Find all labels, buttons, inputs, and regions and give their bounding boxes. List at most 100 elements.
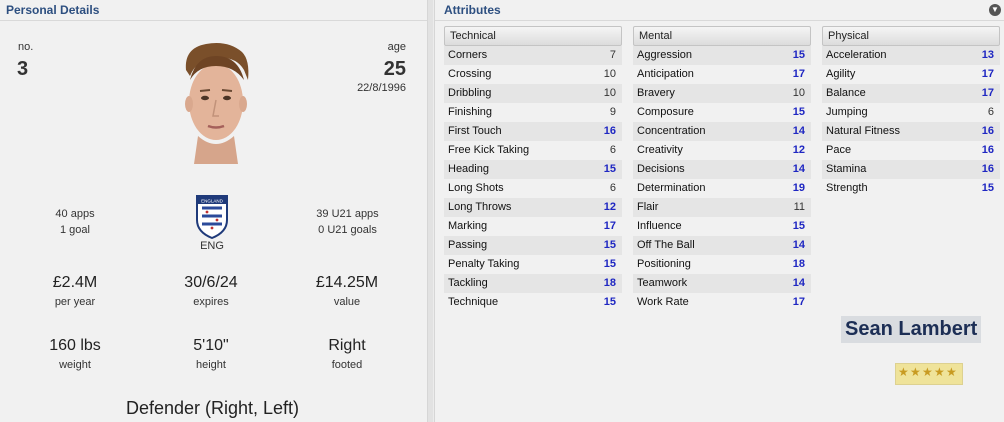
attribute-name: Aggression	[637, 49, 693, 61]
star-icon: ★	[898, 365, 909, 379]
attribute-row[interactable]: Finishing 9	[444, 103, 622, 122]
attribute-row[interactable]: Teamwork 14	[633, 274, 811, 293]
squad-number-label: no.	[18, 41, 34, 53]
attribute-row[interactable]: Heading 15	[444, 160, 622, 179]
attribute-row[interactable]: Creativity 12	[633, 141, 811, 160]
attribute-name: Acceleration	[826, 49, 887, 61]
attribute-row[interactable]: Free Kick Taking 6	[444, 141, 622, 160]
weight-label: weight	[59, 359, 91, 371]
attribute-row[interactable]: Balance 17	[822, 84, 1000, 103]
attribute-value: 16	[981, 125, 994, 137]
attribute-row[interactable]: Influence 15	[633, 217, 811, 236]
attribute-row[interactable]: Strength 15	[822, 179, 1000, 198]
height-label: height	[196, 359, 226, 371]
attribute-row[interactable]: First Touch 16	[444, 122, 622, 141]
attribute-row[interactable]: Jumping 6	[822, 103, 1000, 122]
preferred-foot-label: footed	[331, 359, 363, 371]
attribute-row[interactable]: Long Shots 6	[444, 179, 622, 198]
attribute-row[interactable]: Determination 19	[633, 179, 811, 198]
attribute-name: Decisions	[637, 163, 685, 175]
attribute-row[interactable]: Work Rate 17	[633, 293, 811, 312]
mental-attributes-column: Mental Aggression 15 Anticipation 17 Bravery…	[633, 26, 811, 312]
attribute-row[interactable]: Pace 16	[822, 141, 1000, 160]
attribute-name: Finishing	[448, 106, 493, 118]
mental-header[interactable]: Mental	[633, 26, 811, 46]
attribute-value: 17	[981, 87, 994, 99]
attribute-name: Long Shots	[448, 182, 504, 194]
attribute-row[interactable]: Decisions 14	[633, 160, 811, 179]
attribute-row[interactable]: Anticipation 17	[633, 65, 811, 84]
attribute-value: 16	[981, 144, 994, 156]
wage-value: £2.4M	[52, 274, 98, 291]
attribute-row[interactable]: Tackling 18	[444, 274, 622, 293]
collapse-icon[interactable]: ▼	[989, 4, 1001, 16]
attributes-panel: Attributes ▼ Technical Corners 7 Crossing 1…	[434, 0, 1004, 422]
attribute-row[interactable]: Positioning 18	[633, 255, 811, 274]
attribute-name: Marking	[448, 220, 488, 232]
attribute-value: 7	[609, 49, 616, 61]
physical-header[interactable]: Physical	[822, 26, 1000, 46]
attribute-value: 15	[792, 220, 805, 232]
attribute-name: Creativity	[637, 144, 683, 156]
attribute-value: 12	[603, 201, 616, 213]
attribute-value: 14	[792, 277, 805, 289]
attribute-value: 19	[792, 182, 805, 194]
transfer-value-label: value	[333, 296, 361, 308]
attribute-name: Positioning	[637, 258, 691, 270]
attribute-value: 17	[603, 220, 616, 232]
attribute-value: 15	[603, 258, 616, 270]
attribute-row[interactable]: Bravery 10	[633, 84, 811, 103]
attribute-name: Stamina	[826, 163, 867, 175]
attribute-name: Heading	[448, 163, 489, 175]
attribute-row[interactable]: Stamina 16	[822, 160, 1000, 179]
attribute-name: Free Kick Taking	[448, 144, 530, 156]
attribute-value: 17	[792, 296, 805, 308]
attribute-value: 6	[609, 144, 616, 156]
attribute-row[interactable]: Crossing 10	[444, 65, 622, 84]
attribute-row[interactable]: Aggression 15	[633, 46, 811, 65]
player-name[interactable]: Sean Lambert	[841, 316, 982, 343]
attribute-row[interactable]: Long Throws 12	[444, 198, 622, 217]
attribute-name: First Touch	[448, 125, 502, 137]
attribute-name: Technique	[448, 296, 499, 308]
attribute-row[interactable]: Corners 7	[444, 46, 622, 65]
attribute-row[interactable]: Concentration 14	[633, 122, 811, 141]
attribute-value: 6	[987, 106, 994, 118]
attribute-value: 11	[793, 201, 805, 213]
star-icon: ★	[934, 365, 945, 379]
attribute-row[interactable]: Composure 15	[633, 103, 811, 122]
title-divider	[435, 20, 1004, 21]
attribute-row[interactable]: Flair 11	[633, 198, 811, 217]
attribute-name: Determination	[637, 182, 706, 194]
attribute-name: Crossing	[448, 68, 492, 80]
technical-header[interactable]: Technical	[444, 26, 622, 46]
attribute-row[interactable]: Penalty Taking 15	[444, 255, 622, 274]
attribute-row[interactable]: Agility 17	[822, 65, 1000, 84]
england-crest-icon[interactable]: ENGLAND	[195, 194, 229, 239]
preferred-foot-value: Right	[328, 337, 366, 354]
nation-code[interactable]: ENG	[187, 240, 237, 252]
attribute-value: 12	[792, 144, 805, 156]
attribute-name: Bravery	[637, 87, 675, 99]
attribute-row[interactable]: Marking 17	[444, 217, 622, 236]
attribute-value: 15	[603, 296, 616, 308]
personal-details-title: Personal Details	[6, 3, 100, 17]
star-rating: ★ ★ ★ ★ ★	[895, 363, 963, 385]
attribute-row[interactable]: Technique 15	[444, 293, 622, 312]
attribute-name: Passing	[448, 239, 488, 251]
attribute-row[interactable]: Off The Ball 14	[633, 236, 811, 255]
attribute-value: 14	[792, 239, 805, 251]
international-goals: 1 goal	[60, 224, 90, 236]
attribute-row[interactable]: Dribbling 10	[444, 84, 622, 103]
attribute-name: Off The Ball	[637, 239, 695, 251]
attribute-row[interactable]: Acceleration 13	[822, 46, 1000, 65]
physical-attributes-column: Physical Acceleration 13 Agility 17 Balance 1…	[822, 26, 1000, 198]
attribute-value: 16	[981, 163, 994, 175]
attribute-row[interactable]: Passing 15	[444, 236, 622, 255]
attribute-name: Jumping	[826, 106, 868, 118]
attribute-row[interactable]: Natural Fitness 16	[822, 122, 1000, 141]
attribute-name: Pace	[826, 144, 852, 156]
attribute-name: Balance	[826, 87, 866, 99]
transfer-value: £14.25M	[315, 274, 379, 291]
panel-splitter[interactable]	[428, 0, 433, 422]
